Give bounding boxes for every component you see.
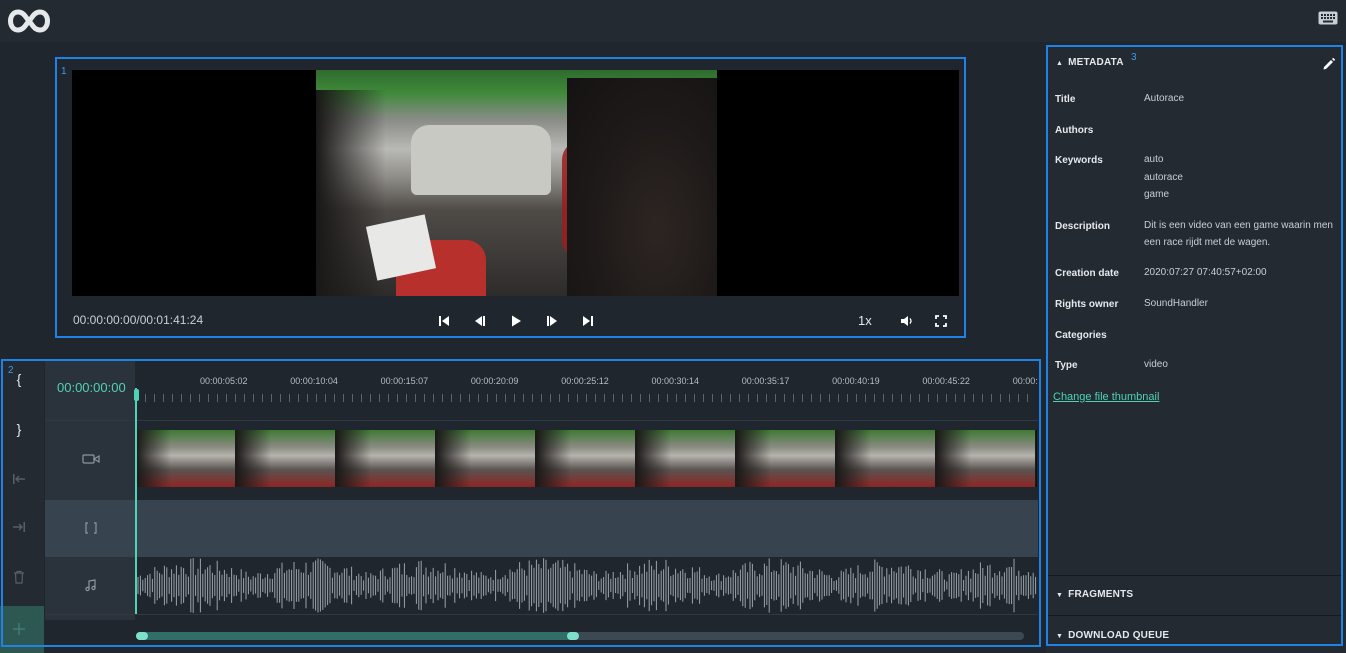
infinity-logo-icon[interactable]: [4, 6, 54, 36]
player-time-display: 00:00:00:00/00:01:41:24: [73, 313, 204, 327]
playback-speed[interactable]: 1x: [858, 313, 872, 328]
top-bar: [0, 0, 1346, 42]
skip-to-end-icon[interactable]: [581, 314, 595, 328]
keyboard-icon[interactable]: [1318, 11, 1338, 25]
play-icon[interactable]: [509, 314, 523, 328]
region-number: 2: [8, 365, 14, 376]
timeline-region: [1, 359, 1041, 647]
next-frame-icon[interactable]: [545, 314, 559, 328]
region-number: 1: [61, 66, 67, 77]
skip-to-start-icon[interactable]: [437, 314, 451, 328]
player-region: [55, 57, 966, 338]
region-number: 3: [1131, 52, 1137, 63]
fullscreen-icon[interactable]: [934, 314, 948, 328]
previous-frame-icon[interactable]: [473, 314, 487, 328]
volume-icon[interactable]: [900, 314, 914, 328]
sidebar-region: [1046, 45, 1343, 646]
